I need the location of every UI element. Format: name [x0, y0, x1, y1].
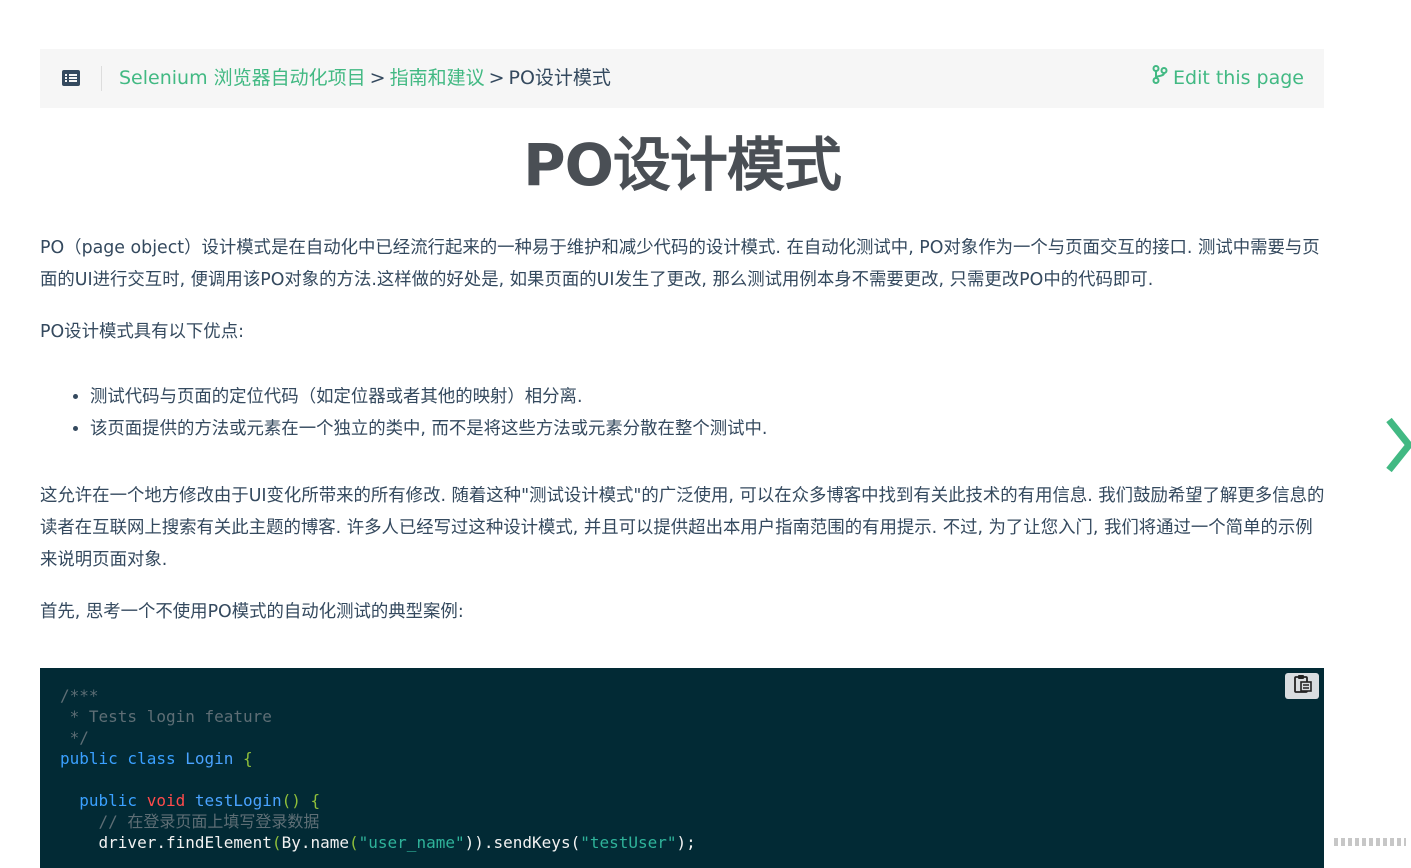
code-paren: (): [281, 791, 301, 810]
code-class-name: Login: [185, 749, 234, 768]
code-comment: /***: [60, 686, 99, 705]
code-comment: // 在登录页面上填写登录数据: [98, 812, 320, 831]
code-text: );: [676, 833, 696, 852]
edit-page-label: Edit this page: [1173, 67, 1304, 89]
code-paren: (: [271, 833, 282, 852]
breadcrumb-separator: >: [488, 67, 505, 89]
example-intro-paragraph: 首先, 思考一个不使用PO模式的自动化测试的典型案例:: [40, 602, 464, 622]
explanation-paragraph: 这允许在一个地方修改由于UI变化所带来的所有修改. 随着这种"测试设计模式"的广…: [40, 486, 1325, 570]
page-header-bar: Selenium 浏览器自动化项目 > 指南和建议 > PO设计模式 Edit this…: [40, 49, 1324, 108]
breadcrumb-current: PO设计模式: [508, 67, 611, 89]
copy-clipboard-icon: [1292, 674, 1312, 698]
divider: [101, 66, 102, 91]
code-brace: {: [310, 791, 321, 810]
code-comment: */: [60, 728, 89, 747]
next-page-arrow-icon[interactable]: [1383, 416, 1411, 474]
advantages-list: 测试代码与页面的定位代码（如定位器或者其他的映射）相分离. 该页面提供的方法或元…: [40, 381, 767, 445]
git-branch-icon: [1152, 65, 1173, 92]
code-string: "user_name": [358, 833, 465, 852]
code-brace: {: [243, 749, 253, 768]
edit-page-link[interactable]: Edit this page: [1152, 65, 1304, 92]
code-method-name: testLogin: [194, 791, 282, 810]
code-text: By.name: [281, 833, 349, 852]
page-title: PO设计模式: [523, 131, 842, 199]
code-keyword-void: void: [146, 791, 186, 810]
code-string: "testUser": [580, 833, 677, 852]
code-text: driver.findElement: [98, 833, 272, 852]
watermark-mark: [1334, 838, 1406, 846]
code-content: /*** * Tests login feature */ public cla…: [60, 685, 696, 853]
breadcrumb-link-guidelines[interactable]: 指南和建议: [390, 67, 485, 89]
breadcrumb: Selenium 浏览器自动化项目 > 指南和建议 > PO设计模式: [119, 65, 611, 92]
copy-code-button[interactable]: [1285, 673, 1319, 699]
list-item: 测试代码与页面的定位代码（如定位器或者其他的映射）相分离.: [90, 381, 767, 413]
code-block: /*** * Tests login feature */ public cla…: [40, 668, 1324, 868]
breadcrumb-link-selenium[interactable]: Selenium 浏览器自动化项目: [119, 67, 366, 89]
code-text: )).sendKeys(: [464, 833, 581, 852]
intro-paragraph: PO（page object）设计模式是在自动化中已经流行起来的一种易于维护和减…: [40, 238, 1320, 290]
code-keyword: public: [79, 791, 138, 810]
list-item: 该页面提供的方法或元素在一个独立的类中, 而不是将这些方法或元素分散在整个测试中…: [90, 413, 767, 445]
code-keyword: public class: [60, 749, 176, 768]
breadcrumb-separator: >: [369, 67, 386, 89]
toc-icon[interactable]: [62, 70, 80, 86]
code-paren: (: [349, 833, 359, 852]
code-comment: * Tests login feature: [60, 707, 272, 726]
advantages-heading-paragraph: PO设计模式具有以下优点:: [40, 322, 244, 342]
